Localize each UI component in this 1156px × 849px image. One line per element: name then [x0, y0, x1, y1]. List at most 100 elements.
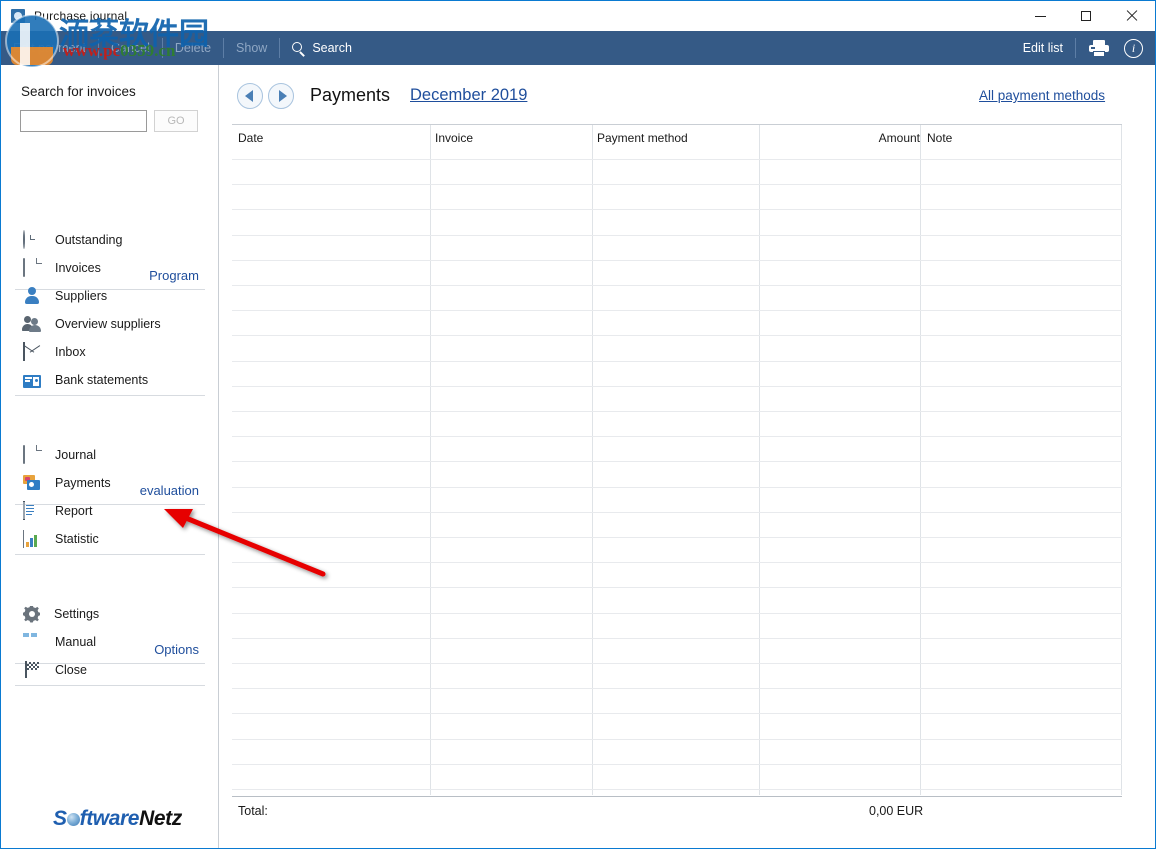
table-row[interactable] — [232, 285, 1122, 286]
statistic-icon — [23, 530, 41, 548]
table-row[interactable] — [232, 436, 1122, 437]
sidebar-divider — [15, 685, 205, 686]
sidebar-divider — [15, 395, 205, 396]
column-divider[interactable] — [920, 125, 921, 795]
logo-part-2: ftware — [79, 807, 140, 830]
sidebar-item-close[interactable]: Close — [15, 657, 210, 683]
info-icon: i — [1124, 38, 1143, 58]
search-go-button[interactable]: GO — [154, 110, 198, 132]
sidebar-item-journal[interactable]: Journal — [15, 442, 210, 468]
period-link[interactable]: December 2019 — [410, 86, 527, 105]
column-divider[interactable] — [759, 125, 760, 795]
column-divider[interactable] — [1121, 125, 1122, 795]
totals-row: Total: 0,00 EUR — [232, 796, 1122, 826]
window-controls — [1017, 1, 1155, 31]
toolbar-edit-payment[interactable]: Edit payment — [1, 31, 98, 65]
sidebar-item-label: Suppliers — [55, 289, 108, 303]
sidebar-item-inbox[interactable]: Inbox — [15, 339, 210, 365]
table-row[interactable] — [232, 613, 1122, 614]
search-input[interactable] — [20, 110, 147, 132]
sidebar-divider — [15, 554, 205, 555]
table-row[interactable] — [232, 512, 1122, 513]
previous-period-button[interactable] — [237, 83, 263, 109]
sidebar-item-label: Close — [55, 663, 87, 677]
printer-icon — [1089, 39, 1109, 57]
table-row[interactable] — [232, 764, 1122, 765]
payments-icon — [23, 474, 41, 492]
table-row[interactable] — [232, 159, 1122, 160]
sidebar-item-label: Statistic — [55, 532, 99, 546]
toolbar: Edit payment Cancel Delete Show Search E… — [1, 31, 1155, 65]
table-row[interactable] — [232, 235, 1122, 236]
table-row[interactable] — [232, 638, 1122, 639]
sidebar-item-label: Journal — [55, 448, 96, 462]
table-row[interactable] — [232, 713, 1122, 714]
table-row[interactable] — [232, 209, 1122, 210]
clock-icon — [23, 230, 41, 249]
close-button[interactable] — [1109, 1, 1155, 31]
table-row[interactable] — [232, 562, 1122, 563]
table-row[interactable] — [232, 487, 1122, 488]
payments-table: Date Invoice Payment method Amount Note — [232, 124, 1122, 795]
sidebar-item-invoices[interactable]: Invoices — [15, 255, 210, 281]
toolbar-search-label: Search — [312, 41, 352, 55]
sidebar-item-overview-suppliers[interactable]: Overview suppliers — [15, 311, 210, 337]
table-row[interactable] — [232, 739, 1122, 740]
toolbar-search[interactable]: Search — [280, 31, 364, 65]
table-row[interactable] — [232, 260, 1122, 261]
people-icon — [22, 315, 41, 333]
table-row[interactable] — [232, 386, 1122, 387]
arrow-right-icon — [278, 90, 287, 102]
maximize-button[interactable] — [1063, 1, 1109, 31]
app-icon — [10, 8, 26, 24]
table-row[interactable] — [232, 587, 1122, 588]
sidebar-item-settings[interactable]: Settings — [15, 601, 210, 627]
next-period-button[interactable] — [268, 83, 294, 109]
window-title: Purchase journal — [34, 9, 128, 23]
toolbar-cancel[interactable]: Cancel — [99, 31, 162, 65]
sidebar-item-suppliers[interactable]: Suppliers — [15, 283, 210, 309]
sidebar-item-outstanding[interactable]: Outstanding — [15, 227, 210, 253]
sidebar-item-label: Overview suppliers — [55, 317, 161, 331]
toolbar-show[interactable]: Show — [224, 31, 279, 65]
total-label: Total: — [238, 804, 268, 818]
table-row[interactable] — [232, 335, 1122, 336]
sidebar-item-report[interactable]: Report — [15, 498, 210, 524]
application-window: Purchase journal Edit payment Cancel Del… — [0, 0, 1156, 849]
column-divider[interactable] — [592, 125, 593, 795]
table-row[interactable] — [232, 184, 1122, 185]
document-icon — [23, 258, 41, 277]
table-row[interactable] — [232, 411, 1122, 412]
sidebar-search-label: Search for invoices — [21, 84, 136, 99]
sidebar-item-statistic[interactable]: Statistic — [15, 526, 210, 552]
sidebar-item-bank-statements[interactable]: Bank statements — [15, 367, 210, 393]
page-title: Payments — [310, 85, 391, 105]
table-row[interactable] — [232, 361, 1122, 362]
finish-flag-icon — [23, 661, 41, 679]
logo-part-1: S — [53, 807, 67, 830]
table-row[interactable] — [232, 663, 1122, 664]
sidebar: Search for invoices GO Program Outstandi… — [1, 65, 219, 848]
sidebar-item-label: Manual — [55, 635, 96, 649]
all-payment-methods-link[interactable]: All payment methods — [979, 88, 1105, 103]
mail-icon — [23, 342, 41, 361]
sidebar-item-manual[interactable]: Manual — [15, 629, 210, 655]
table-row[interactable] — [232, 461, 1122, 462]
sidebar-item-payments[interactable]: Payments — [15, 470, 210, 496]
minimize-button[interactable] — [1017, 1, 1063, 31]
sidebar-item-label: Report — [55, 504, 93, 518]
toolbar-delete[interactable]: Delete — [163, 31, 223, 65]
table-row[interactable] — [232, 789, 1122, 790]
sidebar-item-label: Settings — [54, 607, 100, 621]
sidebar-item-label: Bank statements — [55, 373, 149, 387]
arrow-left-icon — [244, 90, 253, 102]
column-divider[interactable] — [430, 125, 431, 795]
toolbar-print-button[interactable] — [1076, 31, 1122, 65]
toolbar-info-button[interactable]: i — [1122, 31, 1155, 65]
table-row[interactable] — [232, 537, 1122, 538]
table-row[interactable] — [232, 310, 1122, 311]
toolbar-edit-list[interactable]: Edit list — [1011, 31, 1075, 65]
softwarenetz-logo: SftwareNetz — [53, 807, 182, 831]
table-body[interactable] — [232, 125, 1122, 795]
table-row[interactable] — [232, 688, 1122, 689]
